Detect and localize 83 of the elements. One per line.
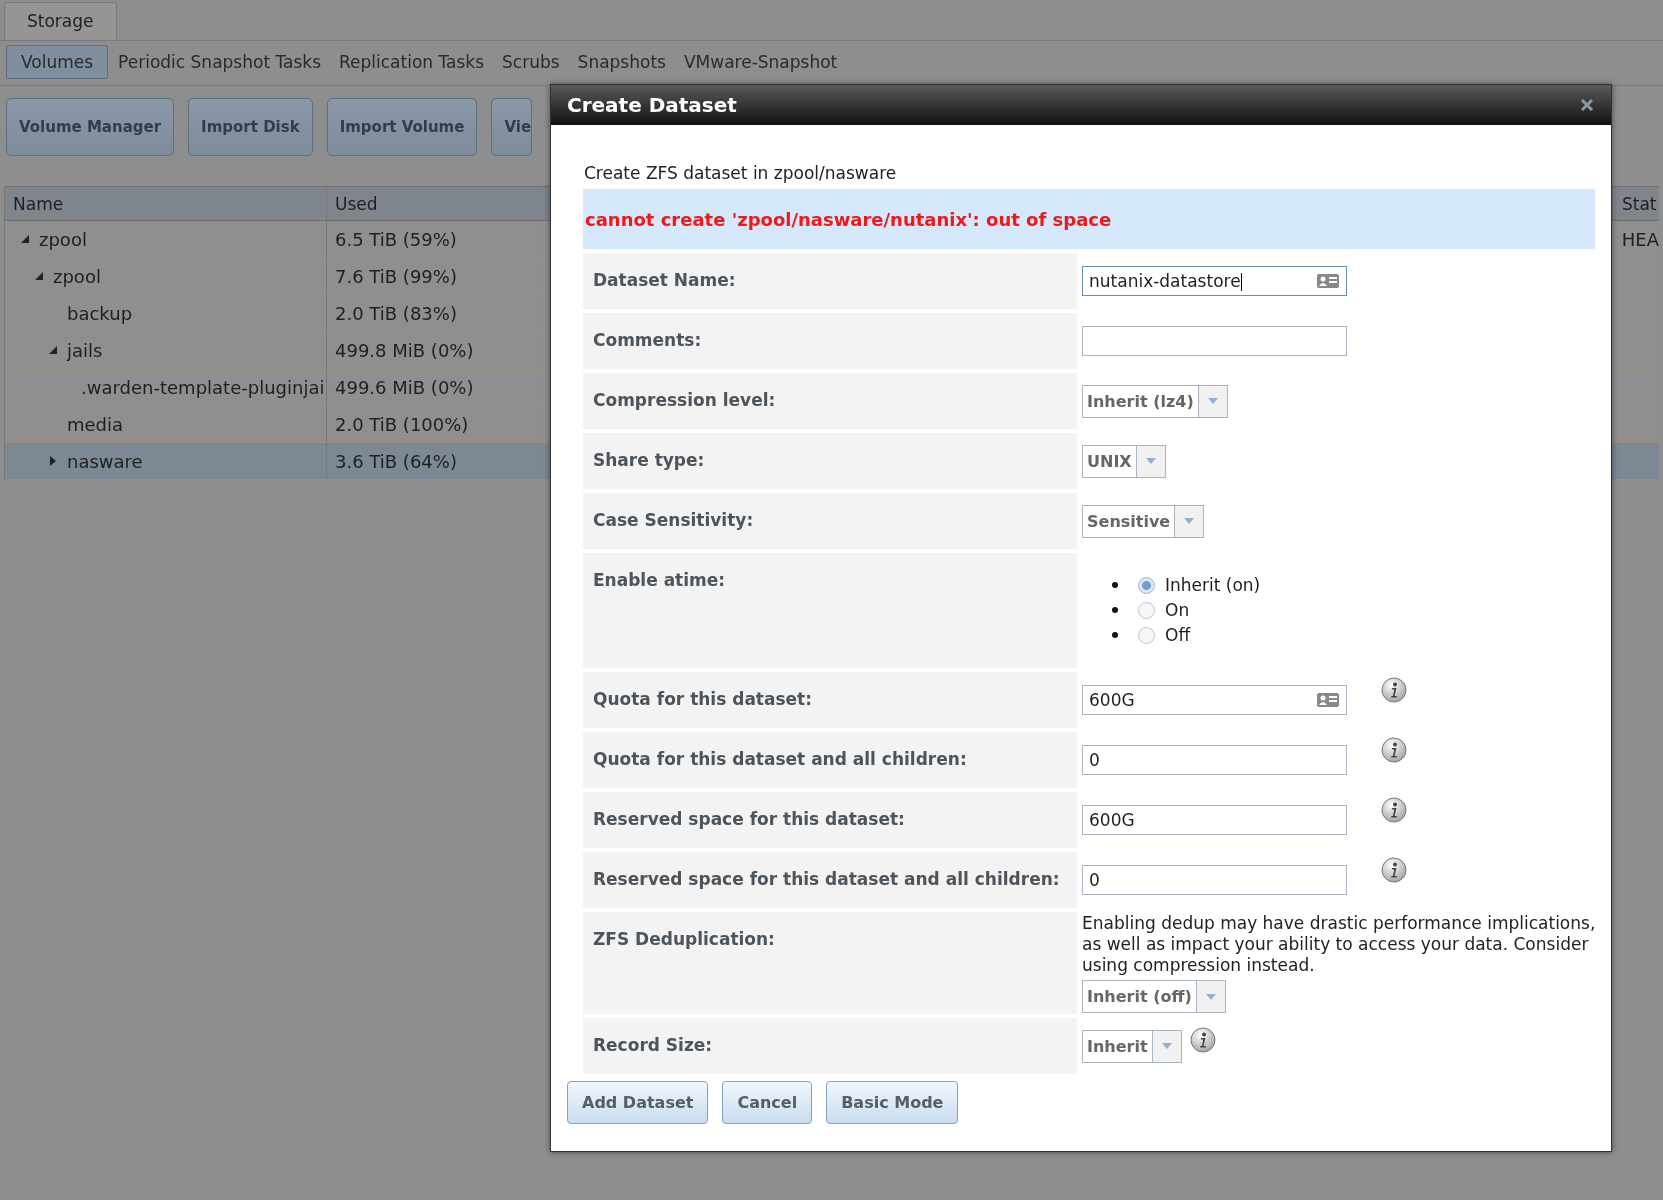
dropdown-arrow-icon — [1160, 1042, 1173, 1050]
toolbar-button[interactable]: Import Volume — [326, 98, 478, 156]
table-cell: 7.6 TiB (99%) — [335, 265, 457, 287]
tree-label: .warden-template-pluginjail — [81, 376, 326, 398]
subtab[interactable]: Volumes — [6, 45, 109, 79]
radio-label[interactable]: Inherit (on) — [1165, 575, 1261, 595]
info-icon[interactable] — [1189, 1026, 1216, 1053]
contact-card-icon[interactable] — [1316, 692, 1340, 708]
field-label: ZFS Deduplication: — [593, 929, 775, 949]
radio-button[interactable] — [1138, 601, 1155, 619]
radio-button[interactable] — [1138, 576, 1155, 594]
subtab[interactable]: Snapshots — [569, 46, 674, 78]
dialog-button[interactable]: Add Dataset — [567, 1081, 709, 1124]
subtab[interactable]: Replication Tasks — [331, 46, 493, 78]
collapse-arrow-icon[interactable] — [19, 233, 31, 245]
table-cell: 6.5 TiB (59%) — [334, 228, 457, 250]
toolbar-button[interactable]: Volume Manager — [6, 98, 175, 156]
dropdown-arrow-icon — [1183, 517, 1196, 525]
field-label: Quota for this dataset: — [593, 689, 813, 709]
field-label: Dataset Name: — [593, 270, 736, 290]
subtab[interactable]: VMware-Snapshot — [675, 46, 846, 78]
input-field[interactable]: nutanix-datastore — [1082, 266, 1347, 296]
input-field[interactable]: 0 — [1082, 865, 1347, 895]
window-title: Create Dataset — [567, 93, 737, 117]
field-label: Enable atime: — [593, 570, 726, 590]
warning-note: Enabling dedup may have drastic performance implications, as well as impact your ability to access your data. Consider using compression instead. — [1082, 913, 1597, 976]
table-cell: 2.0 TiB (83%) — [335, 302, 457, 324]
subtab[interactable]: Periodic Snapshot Tasks — [110, 46, 329, 78]
bullet-icon — [1112, 607, 1118, 613]
field-label: Reserved space for this dataset and all children: — [593, 869, 1060, 889]
radio-label[interactable]: On — [1165, 600, 1190, 620]
input-field[interactable] — [1082, 326, 1347, 356]
page-tab[interactable]: Storage — [4, 2, 117, 40]
field-label: Share type: — [593, 450, 705, 470]
collapse-arrow-icon[interactable] — [47, 344, 59, 356]
info-icon[interactable] — [1381, 857, 1407, 883]
bullet-icon — [1112, 632, 1118, 638]
error-message: cannot create 'zpool/nasware/nutanix': out of space — [585, 208, 1112, 230]
dialog-button[interactable]: Basic Mode — [826, 1081, 959, 1124]
radio-button[interactable] — [1138, 626, 1155, 644]
tree-label: media — [67, 413, 124, 435]
tree-label: zpool — [39, 228, 87, 250]
dropdown-arrow-icon — [1204, 992, 1217, 1001]
dropdown[interactable]: UNIX — [1082, 444, 1166, 478]
collapse-arrow-icon[interactable] — [33, 270, 45, 282]
table-cell: 499.8 MiB (0%) — [335, 339, 474, 361]
dropdown[interactable]: Inherit (lz4) — [1082, 384, 1228, 418]
field-label: Comments: — [593, 330, 702, 350]
close-icon[interactable] — [1579, 97, 1595, 113]
input-field[interactable]: 600G — [1082, 805, 1347, 835]
table-cell: 2.0 TiB (100%) — [335, 413, 469, 435]
dropdown-arrow-icon — [1206, 397, 1219, 405]
table-cell: 3.6 TiB (64%) — [335, 450, 457, 472]
column-header[interactable]: Name — [5, 187, 327, 220]
field-label: Record Size: — [593, 1035, 713, 1055]
dropdown[interactable]: Inherit (off) — [1082, 980, 1226, 1013]
info-icon[interactable] — [1381, 797, 1407, 823]
toolbar-button[interactable]: Import Disk — [188, 98, 313, 156]
dropdown[interactable]: Inherit — [1082, 1029, 1182, 1063]
dialog-subtitle: Create ZFS dataset in zpool/nasware — [583, 163, 898, 183]
bullet-icon — [1112, 582, 1118, 588]
info-icon[interactable] — [1381, 677, 1407, 703]
toolbar-button[interactable]: Vie — [491, 98, 533, 156]
contact-card-icon[interactable] — [1316, 273, 1340, 289]
field-label: Reserved space for this dataset: — [593, 809, 905, 829]
input-field[interactable]: 0 — [1082, 745, 1347, 775]
radio-label[interactable]: Off — [1165, 625, 1191, 645]
info-icon[interactable] — [1381, 737, 1407, 763]
tree-label: jails — [67, 339, 103, 361]
dialog-button[interactable]: Cancel — [722, 1081, 813, 1124]
subtab[interactable]: Scrubs — [494, 46, 568, 78]
dropdown[interactable]: Sensitive — [1082, 504, 1205, 538]
column-header[interactable]: Stat — [1620, 187, 1659, 220]
tree-label: backup — [67, 302, 133, 324]
table-cell: 499.6 MiB (0%) — [335, 376, 474, 398]
tree-label: zpool — [53, 265, 101, 287]
input-field[interactable]: 600G — [1082, 685, 1347, 715]
table-cell: HEA — [1621, 228, 1659, 250]
field-label: Case Sensitivity: — [593, 510, 754, 530]
field-label: Quota for this dataset and all children: — [593, 749, 967, 769]
dropdown-arrow-icon — [1144, 457, 1157, 465]
field-label: Compression level: — [593, 390, 776, 410]
tree-label: nasware — [67, 450, 143, 472]
